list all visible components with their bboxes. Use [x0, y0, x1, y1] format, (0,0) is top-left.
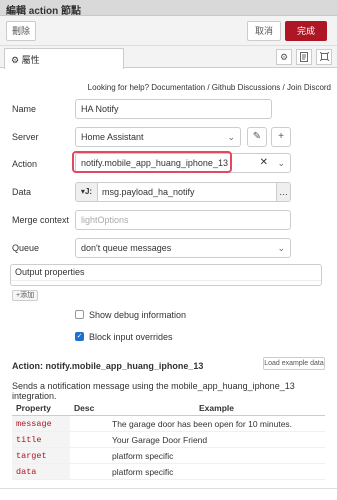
property-example: platform specific: [108, 463, 325, 480]
help-separator: /: [207, 83, 210, 92]
action-highlight: [72, 151, 232, 173]
property-desc: [70, 431, 108, 448]
divider: [0, 488, 337, 489]
table-row: data platform specific: [12, 463, 325, 480]
ellipsis-icon[interactable]: …: [276, 183, 290, 201]
column-header: Property: [12, 401, 70, 416]
property-name: target: [12, 447, 70, 464]
tab-properties-label: 屬性: [21, 55, 40, 65]
property-name: data: [12, 463, 70, 480]
done-button[interactable]: 完成: [285, 21, 327, 41]
load-example-button[interactable]: Load example data: [263, 357, 325, 370]
cancel-button[interactable]: 取消: [247, 21, 281, 41]
json-type-badge: J:: [84, 187, 93, 196]
caret-down-icon[interactable]: ▾J:: [76, 183, 98, 201]
pencil-icon[interactable]: ✎: [247, 127, 267, 147]
property-example: platform specific: [108, 447, 325, 464]
chevron-down-icon: ⌄: [227, 132, 235, 142]
property-desc: [70, 447, 108, 464]
github-discussions-link[interactable]: Github Discussions: [212, 83, 280, 92]
name-label: Name: [12, 104, 37, 114]
column-header: Example: [108, 401, 325, 416]
action-description: Sends a notification message using the m…: [12, 381, 295, 401]
help-prefix: Looking for help?: [87, 83, 150, 92]
table-row: title Your Garage Door Friend: [12, 431, 325, 448]
help-links: Looking for help? Documentation / Github…: [88, 83, 331, 92]
window-titlebar: 編輯 action 節點: [0, 0, 337, 17]
table-row: target platform specific: [12, 447, 325, 464]
block-input-label: Block input overrides: [89, 332, 173, 342]
block-input-checkbox[interactable]: ✓: [75, 332, 84, 341]
property-desc: [70, 415, 108, 432]
data-label: Data: [12, 187, 32, 197]
property-desc: [70, 463, 108, 480]
show-debug-checkbox[interactable]: [75, 310, 84, 319]
output-properties-label: Output properties: [15, 267, 85, 277]
name-input[interactable]: HA Notify: [75, 99, 272, 119]
help-separator: /: [282, 83, 285, 92]
merge-context-label: Merge context: [12, 215, 70, 225]
tab-bar: ⚙ 屬性 ⚙: [0, 46, 337, 69]
documentation-link[interactable]: Documentation: [151, 83, 205, 92]
server-value: Home Assistant: [81, 132, 144, 142]
gear-icon[interactable]: ⚙: [276, 49, 292, 65]
output-properties-box: Output properties: [10, 264, 322, 286]
show-debug-label: Show debug information: [89, 310, 187, 320]
properties-table: Property Desc Example message The garage…: [12, 401, 325, 480]
document-icon[interactable]: [296, 49, 312, 65]
divider: [11, 280, 321, 281]
queue-label: Queue: [12, 243, 40, 253]
merge-context-input[interactable]: lightOptions: [75, 210, 291, 230]
editor-toolbar: 刪除 取消 完成: [0, 16, 337, 46]
gear-icon: ⚙: [11, 55, 20, 65]
chevron-down-icon: ⌄: [277, 243, 285, 253]
add-label: 添加: [20, 292, 35, 299]
property-name: message: [12, 415, 70, 432]
add-output-property-button[interactable]: +添加: [12, 290, 39, 301]
action-info-title: Action: notify.mobile_app_huang_iphone_1…: [12, 361, 204, 371]
queue-select[interactable]: don't queue messages ⌄: [75, 238, 291, 258]
table-row: message The garage door has been open fo…: [12, 415, 325, 432]
column-header: Desc: [70, 401, 108, 416]
tab-properties[interactable]: ⚙ 屬性: [4, 48, 124, 69]
frame-icon[interactable]: [316, 49, 332, 65]
data-typed-input[interactable]: ▾J: msg.payload_ha_notify …: [75, 182, 291, 202]
chevron-down-icon: ⌄: [277, 158, 285, 168]
property-example: The garage door has been open for 10 min…: [108, 415, 325, 432]
server-label: Server: [12, 132, 39, 142]
window-title: 編輯 action 節點: [6, 6, 82, 17]
server-select[interactable]: Home Assistant ⌄: [75, 127, 241, 147]
delete-button[interactable]: 刪除: [6, 21, 36, 41]
property-example: Your Garage Door Friend: [108, 431, 325, 448]
data-value: msg.payload_ha_notify: [102, 187, 195, 197]
action-label: Action: [12, 159, 38, 169]
discord-link[interactable]: Join Discord: [287, 83, 331, 92]
x-icon[interactable]: ✕: [260, 154, 268, 172]
property-name: title: [12, 431, 70, 448]
queue-value: don't queue messages: [81, 243, 172, 253]
plus-icon[interactable]: +: [271, 127, 291, 147]
